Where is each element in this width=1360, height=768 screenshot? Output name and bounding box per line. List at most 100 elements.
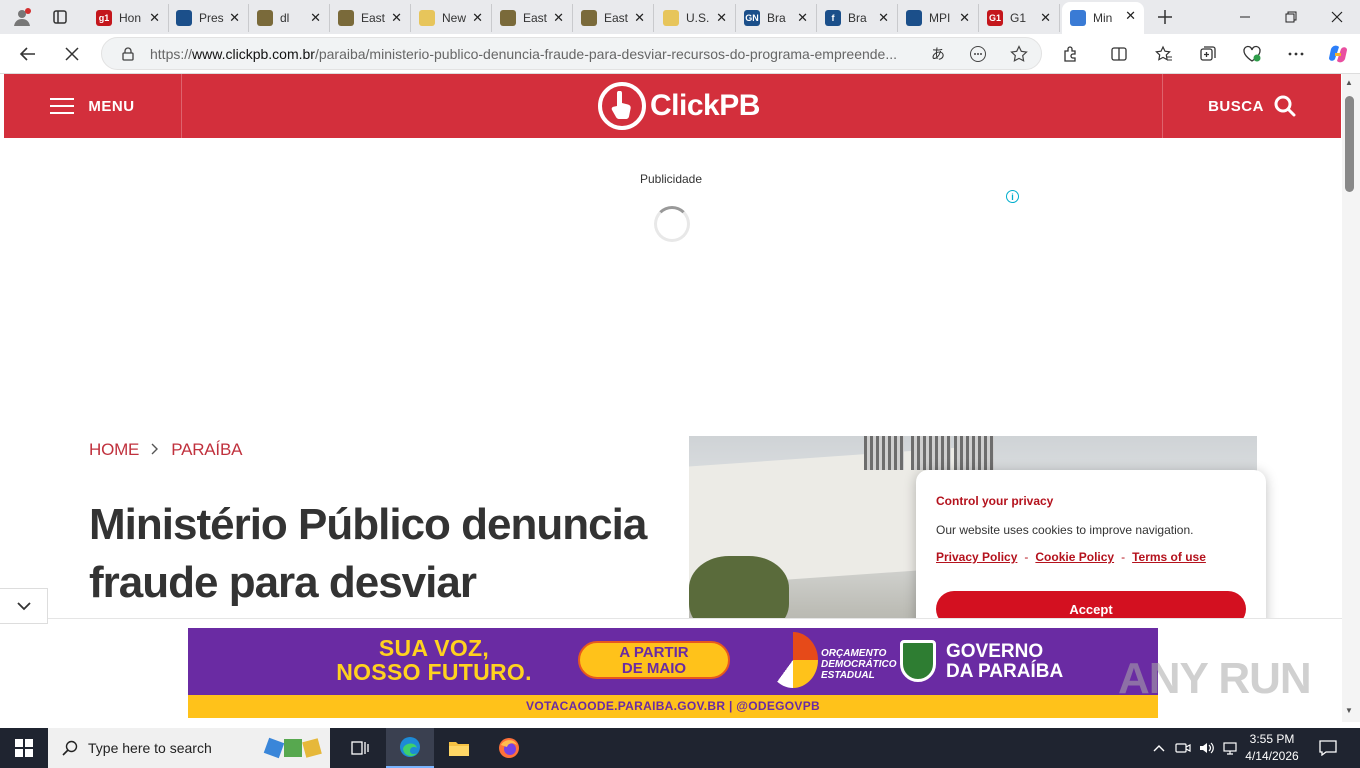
more-actions-circle-icon[interactable] bbox=[964, 40, 992, 68]
browser-tab[interactable]: New ✕ bbox=[411, 4, 492, 32]
restore-button[interactable] bbox=[1268, 0, 1314, 34]
browser-tab[interactable]: East ✕ bbox=[330, 4, 411, 32]
new-tab-button[interactable] bbox=[1142, 0, 1188, 34]
taskbar-search-box[interactable]: Type here to search bbox=[48, 728, 330, 768]
search-highlight-icon bbox=[263, 730, 326, 766]
close-tab-icon[interactable]: ✕ bbox=[797, 10, 808, 26]
split-screen-icon[interactable] bbox=[1105, 40, 1133, 68]
close-tab-icon[interactable]: ✕ bbox=[553, 10, 564, 26]
ad-banner[interactable]: SUA VOZ, NOSSO FUTURO. A PARTIR DE MAIO … bbox=[188, 628, 1158, 718]
collapse-ad-button[interactable] bbox=[0, 588, 48, 624]
close-tab-icon[interactable]: ✕ bbox=[229, 10, 240, 26]
file-explorer-icon[interactable] bbox=[435, 728, 483, 768]
tab-title: G1 bbox=[1010, 11, 1027, 25]
system-clock[interactable]: 3:55 PM 4/14/2026 bbox=[1240, 731, 1304, 765]
privacy-policy-link[interactable]: Privacy Policy bbox=[936, 550, 1017, 564]
task-view-icon[interactable] bbox=[336, 728, 384, 768]
close-tab-icon[interactable]: ✕ bbox=[878, 10, 889, 26]
tab-favicon-icon bbox=[176, 10, 192, 26]
edge-taskbar-icon[interactable] bbox=[386, 728, 434, 768]
breadcrumb-section[interactable]: PARAÍBA bbox=[171, 440, 242, 460]
browser-tab[interactable]: U.S. ✕ bbox=[655, 4, 736, 32]
browser-tab[interactable]: dl ✕ bbox=[249, 4, 330, 32]
banner-date-pill: A PARTIR DE MAIO bbox=[578, 641, 730, 679]
close-tab-icon[interactable]: ✕ bbox=[959, 10, 970, 26]
browser-tab[interactable]: Min ✕ bbox=[1062, 2, 1144, 34]
search-button[interactable]: BUSCA bbox=[1162, 74, 1341, 138]
meet-now-icon[interactable] bbox=[1172, 728, 1194, 768]
site-logo[interactable]: ClickPB bbox=[598, 82, 760, 130]
search-label: BUSCA bbox=[1208, 97, 1264, 115]
cookie-policy-link[interactable]: Cookie Policy bbox=[1035, 550, 1114, 564]
browser-tab[interactable]: East ✕ bbox=[573, 4, 654, 32]
browser-tab[interactable]: f Bra ✕ bbox=[817, 4, 898, 32]
close-tab-icon[interactable]: ✕ bbox=[716, 10, 727, 26]
tab-favicon-icon bbox=[500, 10, 516, 26]
volume-icon[interactable] bbox=[1196, 728, 1218, 768]
tab-title: Bra bbox=[767, 11, 786, 25]
browser-essentials-icon[interactable] bbox=[1238, 40, 1266, 68]
tab-title: New bbox=[442, 11, 467, 25]
tab-favicon-icon bbox=[663, 10, 679, 26]
browser-tab[interactable]: g1 Hon ✕ bbox=[88, 4, 169, 32]
breadcrumb: HOME PARAÍBA bbox=[89, 440, 242, 460]
settings-more-icon[interactable] bbox=[1282, 40, 1310, 68]
minimize-button[interactable] bbox=[1222, 0, 1268, 34]
page-scrollbar[interactable]: ▲ ▼ bbox=[1342, 74, 1360, 722]
profile-icon[interactable] bbox=[8, 3, 36, 31]
extensions-icon[interactable] bbox=[1057, 40, 1085, 68]
site-info-lock-icon[interactable] bbox=[114, 40, 142, 68]
tab-actions-icon[interactable] bbox=[46, 3, 74, 31]
close-tab-icon[interactable]: ✕ bbox=[472, 10, 483, 26]
search-icon bbox=[62, 740, 78, 756]
firefox-icon[interactable] bbox=[485, 728, 533, 768]
close-tab-icon[interactable]: ✕ bbox=[310, 10, 321, 26]
close-tab-icon[interactable]: ✕ bbox=[1040, 10, 1051, 26]
copilot-icon[interactable] bbox=[1324, 40, 1352, 68]
tab-favicon-icon bbox=[581, 10, 597, 26]
read-aloud-icon[interactable]: あ bbox=[924, 40, 952, 68]
browser-tab[interactable]: MPI ✕ bbox=[898, 4, 979, 32]
browser-tab[interactable]: East ✕ bbox=[492, 4, 573, 32]
browser-tab[interactable]: Pres ✕ bbox=[168, 4, 249, 32]
favorites-icon[interactable] bbox=[1150, 40, 1178, 68]
notifications-icon[interactable] bbox=[1304, 728, 1352, 768]
gov-line1: GOVERNO bbox=[946, 641, 1044, 662]
scroll-up-arrow-icon[interactable]: ▲ bbox=[1345, 78, 1353, 87]
tab-favicon-icon bbox=[1070, 10, 1086, 26]
close-tab-icon[interactable]: ✕ bbox=[391, 10, 402, 26]
tab-favicon-icon: g1 bbox=[96, 10, 112, 26]
tab-title: Min bbox=[1093, 11, 1113, 25]
article-headline: Ministério Público denuncia fraude para … bbox=[89, 500, 647, 607]
stop-loading-button[interactable] bbox=[58, 40, 86, 68]
tab-favicon-icon bbox=[419, 10, 435, 26]
collections-icon[interactable] bbox=[1194, 40, 1222, 68]
tab-title: Hon bbox=[119, 11, 142, 25]
terms-of-use-link[interactable]: Terms of use bbox=[1132, 550, 1206, 564]
menu-button[interactable]: MENU bbox=[4, 74, 182, 138]
close-tab-icon[interactable]: ✕ bbox=[149, 10, 160, 26]
address-bar[interactable]: https://www.clickpb.com.br/paraiba/minis… bbox=[101, 37, 1042, 70]
breadcrumb-home[interactable]: HOME bbox=[89, 440, 139, 460]
browser-tab[interactable]: G1 G1 ✕ bbox=[979, 4, 1060, 32]
close-tab-icon[interactable]: ✕ bbox=[634, 10, 645, 26]
browser-tab-strip: g1 Hon ✕ Pres ✕ dl ✕ East ✕ New ✕ East ✕ East ✕ U.S. ✕ GN… bbox=[0, 0, 1360, 34]
government-name: GOVERNO DA PARAÍBA bbox=[946, 642, 1063, 682]
show-hidden-icons-chevron[interactable] bbox=[1148, 728, 1170, 768]
browser-tab[interactable]: GN Bra ✕ bbox=[736, 4, 817, 32]
network-icon[interactable] bbox=[1220, 728, 1242, 768]
ode-text: ORÇAMENTO DEMOCRÁTICO ESTADUAL bbox=[821, 648, 897, 681]
close-tab-icon[interactable]: ✕ bbox=[1125, 8, 1136, 24]
scroll-down-arrow-icon[interactable]: ▼ bbox=[1345, 706, 1353, 715]
favorite-star-icon[interactable] bbox=[1005, 40, 1033, 68]
banner-pill-line1: A PARTIR bbox=[619, 644, 689, 661]
url-prefix: https:// bbox=[150, 46, 193, 62]
tab-favicon-icon: GN bbox=[744, 10, 760, 26]
close-window-button[interactable] bbox=[1314, 0, 1360, 34]
scrollbar-thumb[interactable] bbox=[1345, 96, 1354, 192]
ad-info-icon[interactable]: i bbox=[1006, 190, 1019, 203]
site-header: MENU ClickPB BUSCA bbox=[4, 74, 1341, 138]
back-button[interactable] bbox=[14, 40, 42, 68]
start-button[interactable] bbox=[0, 728, 48, 768]
cookie-links: Privacy Policy - Cookie Policy - Terms of us… bbox=[936, 550, 1206, 564]
